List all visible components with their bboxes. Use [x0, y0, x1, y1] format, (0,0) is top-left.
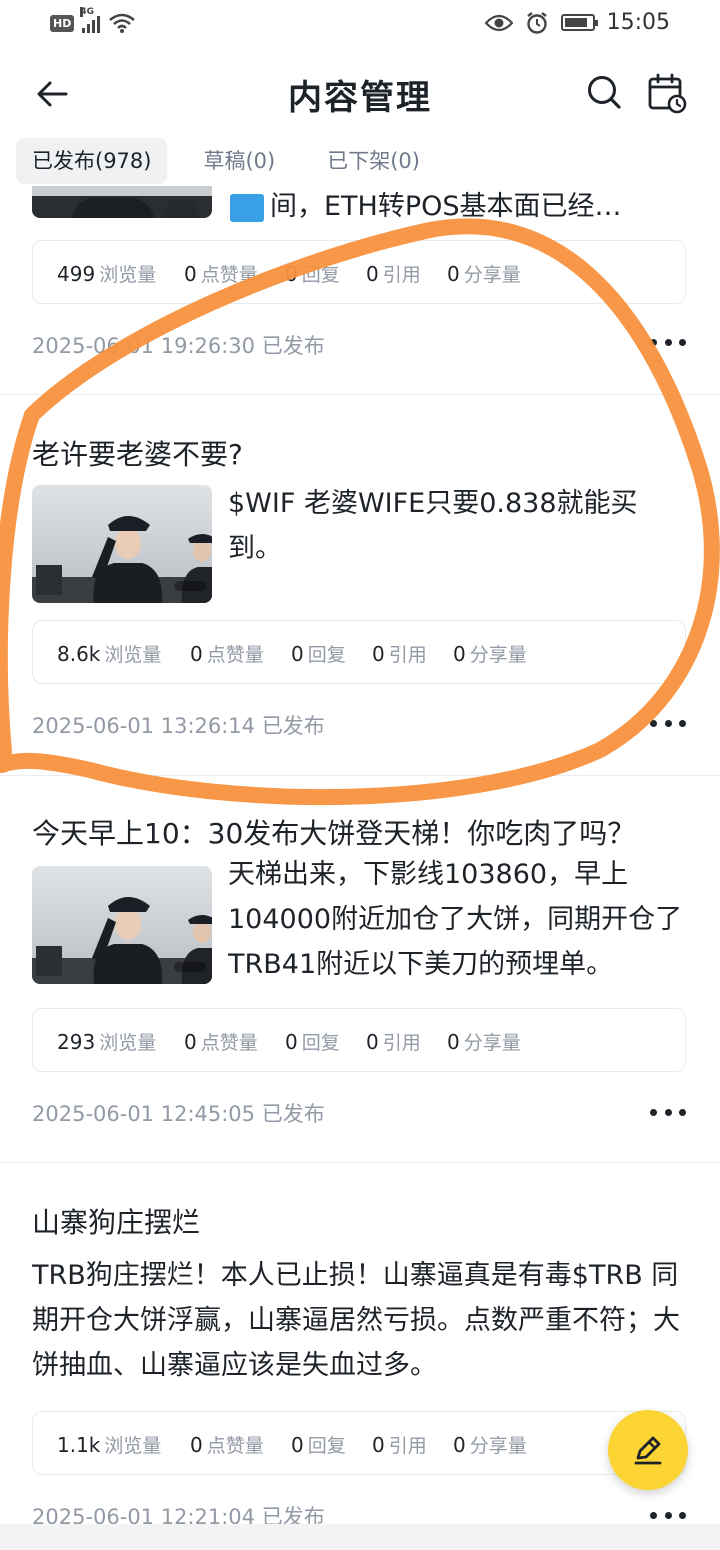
post-title: 老许要老婆不要? [32, 438, 243, 471]
hd-badge: HD [50, 14, 75, 32]
stat-shares: 0 分享量 [447, 262, 521, 286]
stat-shares: 0 分享量 [453, 642, 527, 666]
post-card[interactable]: 间，ETH转POS基本面已经… 499 浏览量 0 点赞量 0 回复 0 引用 0 分享量… [0, 186, 720, 394]
post-title: 今天早上10：30发布大饼登天梯！你吃肉了吗？ [32, 817, 636, 850]
post-date: 2025-06-01 13:26:14 已发布 [32, 714, 325, 738]
post-card[interactable]: 今天早上10：30发布大饼登天梯！你吃肉了吗？ 天梯出来，下影线103860，早… [0, 776, 720, 1164]
stat-replies: 0 回复 [285, 1030, 340, 1054]
post-thumbnail [32, 485, 212, 603]
post-date: 2025-06-01 12:45:05 已发布 [32, 1102, 325, 1126]
post-thumbnail [32, 186, 212, 218]
signal-icon: 4G [80, 7, 101, 33]
more-options-icon[interactable] [650, 1102, 686, 1122]
stat-views: 1.1k 浏览量 [57, 1433, 162, 1457]
post-stats: 293 浏览量 0 点赞量 0 回复 0 引用 0 分享量 [32, 1008, 686, 1072]
post-card[interactable]: 山寨狗庄摆烂 TRB狗庄摆烂！本人已止损！山寨逼真是有毒$TRB 同期开仓大饼浮… [0, 1163, 720, 1550]
post-date: 2025-06-01 19:26:30 已发布 [32, 334, 325, 358]
tab-published[interactable]: 已发布(978) [16, 138, 168, 184]
post-stats: 499 浏览量 0 点赞量 0 回复 0 引用 0 分享量 [32, 240, 686, 304]
stat-shares: 0 分享量 [447, 1030, 521, 1054]
more-options-icon[interactable] [650, 1505, 686, 1525]
compose-button[interactable] [608, 1410, 688, 1490]
stat-views: 499 浏览量 [57, 262, 157, 286]
post-stats: 1.1k 浏览量 0 点赞量 0 回复 0 引用 0 分享量 [32, 1411, 686, 1475]
post-stats: 8.6k 浏览量 0 点赞量 0 回复 0 引用 0 分享量 [32, 620, 686, 684]
app-header: 内容管理 [0, 52, 720, 136]
wifi-icon [109, 13, 136, 33]
post-excerpt: $WIF 老婆WIFE只要0.838就能买到。 [228, 488, 638, 564]
stat-likes: 0 点赞量 [190, 642, 264, 666]
alarm-icon [526, 11, 547, 34]
tab-drafts[interactable]: 草稿(0) [187, 138, 291, 184]
eye-icon [484, 14, 513, 31]
more-options-icon[interactable] [650, 332, 686, 352]
stat-replies: 0 回复 [291, 642, 346, 666]
post-excerpt: 间，ETH转POS基本面已经… [270, 191, 622, 222]
status-bar: HD 4G 15:05 [0, 0, 720, 50]
system-nav-bar [0, 1524, 720, 1550]
stat-quotes: 0 引用 [366, 262, 421, 286]
stat-quotes: 0 引用 [366, 1030, 421, 1054]
stat-replies: 0 回复 [291, 1433, 346, 1457]
stat-likes: 0 点赞量 [184, 262, 258, 286]
stat-replies: 0 回复 [285, 262, 340, 286]
stat-views: 293 浏览量 [57, 1030, 157, 1054]
search-icon[interactable] [584, 72, 624, 112]
stat-views: 8.6k 浏览量 [57, 642, 162, 666]
highlight-chip [230, 194, 264, 222]
post-card[interactable]: 老许要老婆不要? $WIF 老婆WIFE只要0.838就能买到。 8.6k 浏览量… [0, 395, 720, 775]
stat-likes: 0 点赞量 [184, 1030, 258, 1054]
edit-pen-icon [634, 1436, 662, 1465]
tab-unpublished[interactable]: 已下架(0) [311, 138, 436, 184]
post-list: 间，ETH转POS基本面已经… 499 浏览量 0 点赞量 0 回复 0 引用 0 分享量… [0, 186, 720, 1550]
more-options-icon[interactable] [650, 713, 686, 733]
status-tabs: 已发布(978) 草稿(0) 已下架(0) [16, 138, 436, 184]
stat-quotes: 0 引用 [372, 642, 427, 666]
calendar-clock-icon[interactable] [646, 72, 688, 114]
battery-icon [560, 14, 598, 31]
post-thumbnail [32, 866, 212, 984]
stat-quotes: 0 引用 [372, 1433, 427, 1457]
stat-likes: 0 点赞量 [190, 1433, 264, 1457]
post-excerpt: TRB狗庄摆烂！本人已止损！山寨逼真是有毒$TRB 同期开仓大饼浮赢，山寨逼居然… [32, 1260, 680, 1381]
clock: 15:05 [606, 10, 670, 35]
post-excerpt: 天梯出来，下影线103860，早上104000附近加仓了大饼，同期开仓了TRB4… [228, 859, 683, 980]
stat-shares: 0 分享量 [453, 1433, 527, 1457]
post-title: 山寨狗庄摆烂 [32, 1206, 201, 1239]
